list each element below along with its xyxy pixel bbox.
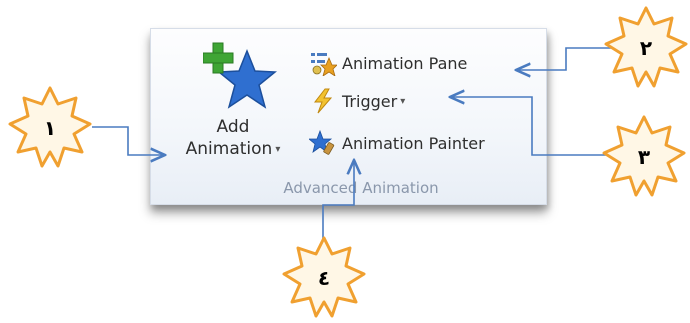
arrow-3 [450,97,610,156]
callout-number: ٢ [639,36,653,60]
callout-badge-4: ٤ [282,236,366,320]
callout-number: ١ [43,116,57,140]
arrow-4 [322,160,354,244]
callout-badge-3: ٣ [602,115,686,199]
arrow-2 [516,47,612,70]
callout-number: ٣ [637,145,651,169]
callout-badge-2: ٢ [604,6,688,90]
callout-number: ٤ [317,266,331,290]
callout-badge-1: ١ [8,86,92,170]
arrow-1 [92,126,165,155]
